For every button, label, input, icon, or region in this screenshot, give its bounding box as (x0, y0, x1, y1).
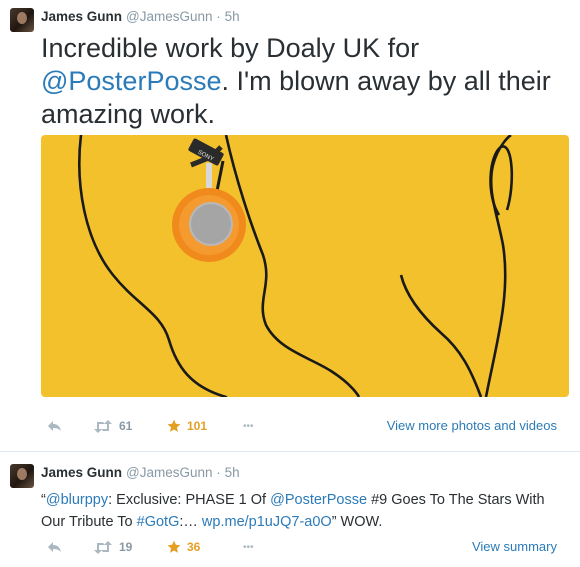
reply-icon (48, 421, 61, 431)
retweet-button[interactable]: 61 (93, 418, 132, 434)
retweet-count: 61 (119, 419, 133, 433)
retweet-count: 19 (119, 540, 133, 554)
avatar[interactable] (10, 8, 34, 32)
tweet-text: Incredible work by Doaly UK for @PosterPo… (41, 32, 561, 131)
author-name[interactable]: James Gunn (41, 9, 122, 24)
reply-button[interactable] (47, 418, 62, 434)
tweet-text-part: Incredible work by Doaly UK for (41, 33, 420, 63)
more-options-icon[interactable]: ••• (243, 539, 254, 555)
mention-link[interactable]: @blurppy (46, 492, 108, 508)
tweet-header: James Gunn @JamesGunn · 5h (41, 9, 240, 24)
favorite-button[interactable]: 101 (167, 418, 207, 434)
avatar[interactable] (10, 464, 34, 488)
url-link[interactable]: wp.me/p1uJQ7-a0O (202, 514, 332, 530)
tweet-photo[interactable]: SONY (41, 135, 569, 397)
reply-button[interactable] (47, 539, 62, 555)
author-name[interactable]: James Gunn (41, 465, 122, 480)
tweet-text-part: ” WOW. (331, 514, 383, 530)
tweet-1: James Gunn @JamesGunn · 5h Incredible wor… (0, 0, 580, 452)
more-options-icon[interactable]: ••• (243, 418, 254, 434)
retweet-icon (94, 419, 112, 433)
tweet-text: “@blurppy: Exclusive: PHASE 1 Of @Poster… (41, 489, 566, 533)
author-handle[interactable]: @JamesGunn (126, 465, 213, 480)
tweet-text-part: : Exclusive: PHASE 1 Of (108, 492, 271, 508)
headphones-poster-image: SONY (41, 135, 569, 397)
star-icon (167, 540, 181, 553)
star-icon (167, 419, 181, 432)
timestamp[interactable]: 5h (225, 465, 240, 480)
retweet-button[interactable]: 19 (93, 539, 132, 555)
timestamp[interactable]: 5h (225, 9, 240, 24)
hashtag-link[interactable]: #GotG (137, 514, 180, 530)
mention-link[interactable]: @PosterPosse (270, 492, 367, 508)
reply-icon (48, 542, 61, 552)
separator-dot: · (216, 465, 221, 480)
retweet-icon (94, 540, 112, 554)
view-media-link[interactable]: View more photos and videos (387, 418, 557, 433)
tweet-text-part: :… (179, 514, 202, 530)
favorite-count: 36 (187, 540, 201, 554)
view-summary-link[interactable]: View summary (472, 539, 557, 554)
tweet-header: James Gunn @JamesGunn · 5h (41, 465, 240, 480)
author-handle[interactable]: @JamesGunn (126, 9, 213, 24)
favorite-count: 101 (187, 419, 208, 433)
favorite-button[interactable]: 36 (167, 539, 200, 555)
separator-dot: · (216, 9, 221, 24)
tweet-2: James Gunn @JamesGunn · 5h “@blurppy: Exc… (0, 452, 580, 567)
mention-link[interactable]: @PosterPosse (41, 66, 221, 96)
